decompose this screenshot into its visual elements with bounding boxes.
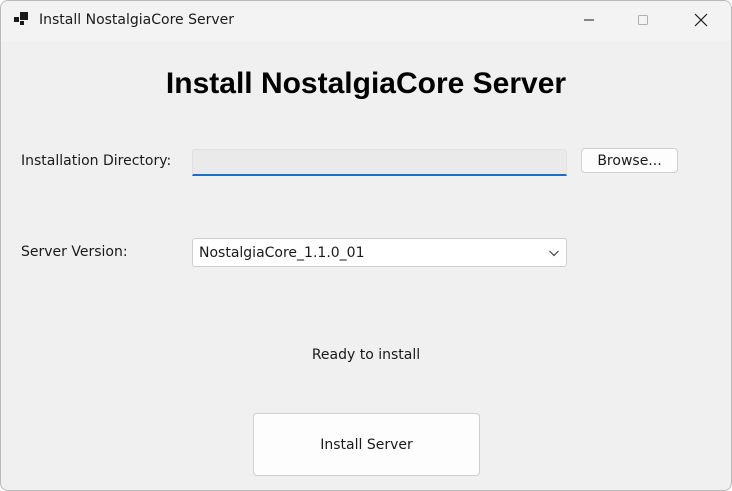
server-version-label: Server Version: (21, 244, 128, 260)
server-version-selected: NostalgiaCore_1.1.0_01 (199, 245, 365, 261)
close-button[interactable] (678, 1, 724, 39)
status-text: Ready to install (311, 347, 421, 363)
maximize-button[interactable] (620, 1, 666, 39)
browse-button[interactable]: Browse... (581, 148, 678, 173)
window-title: Install NostalgiaCore Server (39, 12, 235, 28)
app-window-icon (14, 12, 28, 25)
chevron-down-icon (549, 250, 559, 257)
minimize-icon (584, 19, 594, 21)
install-directory-label: Installation Directory: (21, 153, 172, 169)
installer-window: Install NostalgiaCore Server Install Nos… (0, 0, 732, 491)
maximize-icon (638, 15, 648, 25)
page-title: Install NostalgiaCore Server (165, 67, 567, 100)
close-icon (694, 13, 708, 27)
server-version-dropdown[interactable]: NostalgiaCore_1.1.0_01 (192, 238, 567, 267)
title-bar[interactable]: Install NostalgiaCore Server (1, 1, 731, 41)
minimize-button[interactable] (566, 1, 612, 39)
install-server-button[interactable]: Install Server (253, 413, 480, 476)
install-directory-input[interactable] (192, 149, 567, 176)
